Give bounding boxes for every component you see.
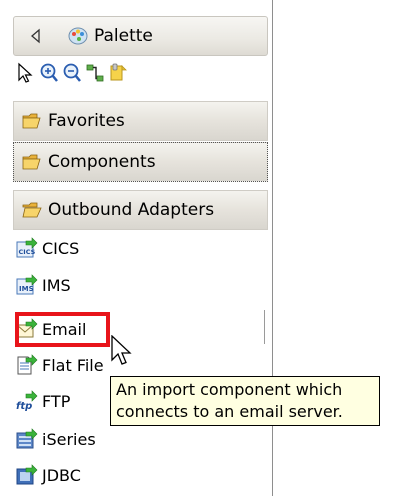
folder-icon <box>22 112 42 130</box>
zoom-in-icon[interactable] <box>39 62 59 84</box>
drawer-label: Favorites <box>48 111 125 131</box>
palette-item-ims[interactable]: IMS IMS <box>16 271 71 299</box>
folder-icon <box>22 153 42 171</box>
drawer-favorites[interactable]: Favorites <box>13 101 268 141</box>
iseries-icon <box>16 428 38 450</box>
row-separator-line <box>264 310 265 344</box>
wire-connection-icon[interactable] <box>85 62 105 84</box>
open-folder-icon <box>22 201 42 219</box>
palette-item-jdbc[interactable]: JDBC <box>16 461 81 489</box>
item-label: JDBC <box>42 465 81 485</box>
palette-icon <box>68 26 88 46</box>
item-label: Flat File <box>42 355 104 375</box>
tooltip-line-2: connects to an email server. <box>116 402 343 421</box>
drawer-outbound-adapters[interactable]: Outbound Adapters <box>13 190 268 230</box>
collapse-left-icon[interactable] <box>28 27 44 45</box>
item-label: CICS <box>42 238 80 258</box>
drawer-components[interactable]: Components <box>13 142 268 182</box>
palette-item-cics[interactable]: CICS CICS <box>16 234 79 262</box>
palette-top-border <box>0 0 272 4</box>
ims-icon: IMS <box>16 274 38 296</box>
cics-icon: CICS <box>16 237 38 259</box>
zoom-out-icon[interactable] <box>62 62 82 84</box>
item-label: iSeries <box>42 429 96 449</box>
palette-item-flat-file[interactable]: Flat File <box>16 351 104 379</box>
tooltip-line-1: An import component which <box>116 380 343 399</box>
flat-file-icon <box>16 354 38 376</box>
palette-item-iseries[interactable]: iSeries <box>16 425 96 453</box>
svg-text:CICS: CICS <box>19 248 36 256</box>
ftp-icon: ftp <box>16 390 38 412</box>
jdbc-icon <box>16 464 38 486</box>
palette-toolbar <box>16 60 131 86</box>
select-tool-icon[interactable] <box>16 62 36 84</box>
palette-title: Palette <box>94 26 153 46</box>
tooltip: An import component which connects to an… <box>110 376 380 426</box>
drawer-label: Components <box>48 152 156 172</box>
email-highlight-box <box>15 312 110 347</box>
palette-item-ftp[interactable]: ftp FTP <box>16 387 70 415</box>
drawer-label: Outbound Adapters <box>48 200 215 220</box>
note-icon[interactable] <box>108 62 128 84</box>
mouse-cursor-icon <box>110 334 136 369</box>
svg-text:IMS: IMS <box>19 285 34 293</box>
svg-text:ftp: ftp <box>16 401 32 412</box>
item-label: FTP <box>42 391 71 411</box>
item-label: IMS <box>42 275 71 295</box>
palette-header[interactable]: Palette <box>13 16 268 56</box>
